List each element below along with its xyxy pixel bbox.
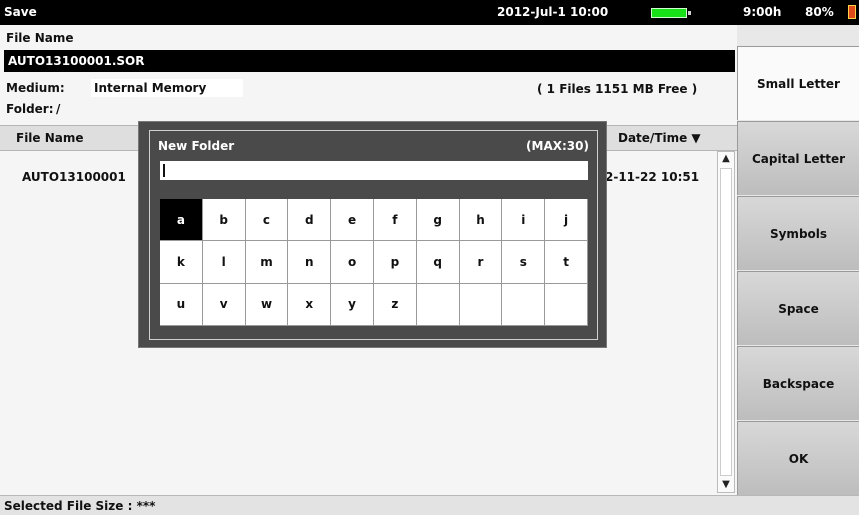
key-r[interactable]: r [459,241,503,284]
key-n[interactable]: n [288,241,332,284]
text-cursor [163,164,165,177]
softkey-panel: Small Letter Capital Letter Symbols Spac… [737,25,859,495]
battery-level-icon [848,5,856,19]
capital-letter-button[interactable]: Capital Letter [737,121,859,195]
folder-path: / [56,102,61,116]
new-folder-dialog: New Folder (MAX:30) abcdefghij klmnopqrst… [138,121,607,348]
key-h[interactable]: h [459,199,503,242]
key-p[interactable]: p [373,241,417,284]
storage-info: ( 1 Files 1151 MB Free ) [537,82,698,96]
file-row-date[interactable]: 2-11-22 10:51 [605,170,699,184]
key-b[interactable]: b [202,199,246,242]
battery-time: 9:00h [743,5,782,19]
key-j[interactable]: j [545,199,588,242]
key-l[interactable]: l [202,241,246,284]
column-header-datetime[interactable]: Date/Time ▼ [618,131,701,145]
key-z[interactable]: z [373,283,417,326]
backspace-button[interactable]: Backspace [737,346,859,420]
scroll-down-icon[interactable]: ▼ [719,478,733,492]
medium-select[interactable]: Internal Memory [91,79,243,97]
key-d[interactable]: d [288,199,332,242]
dialog-frame: New Folder (MAX:30) abcdefghij klmnopqrst… [149,130,598,340]
dialog-title: New Folder [158,139,235,153]
key-a[interactable]: a [160,199,203,242]
status-bar: Selected File Size : *** [0,495,859,515]
title-bar: Save 2012-Jul-1 10:00 9:00h 80% [0,0,859,25]
small-letter-button[interactable]: Small Letter [737,46,859,120]
folder-name-input[interactable] [160,161,588,180]
key-m[interactable]: m [245,241,289,284]
window-title: Save [4,5,37,19]
ok-button[interactable]: OK [737,421,859,495]
key-empty [416,283,460,326]
selected-file-size: Selected File Size : *** [4,499,156,513]
key-q[interactable]: q [416,241,460,284]
scroll-up-icon[interactable]: ▲ [719,152,733,166]
filename-field[interactable]: AUTO13100001.SOR [4,50,735,72]
file-list-scrollbar[interactable]: ▲ ▼ [717,151,735,493]
space-button[interactable]: Space [737,271,859,345]
battery-percent: 80% [805,5,834,19]
key-empty [502,283,546,326]
key-c[interactable]: c [245,199,289,242]
key-i[interactable]: i [502,199,546,242]
key-e[interactable]: e [331,199,374,242]
scroll-thumb[interactable] [720,168,732,476]
column-header-filename[interactable]: File Name [16,131,84,145]
key-t[interactable]: t [545,241,588,284]
character-keyboard: abcdefghij klmnopqrst uvwxyz [160,199,588,326]
key-empty [545,283,588,326]
key-k[interactable]: k [160,241,203,284]
symbols-button[interactable]: Symbols [737,196,859,270]
battery-icon [651,8,691,18]
clock-datetime: 2012-Jul-1 10:00 [497,5,609,19]
file-row-name[interactable]: AUTO13100001 [22,170,126,184]
key-y[interactable]: y [331,283,374,326]
key-g[interactable]: g [416,199,460,242]
key-f[interactable]: f [373,199,417,242]
filename-label: File Name [6,31,74,45]
key-v[interactable]: v [202,283,246,326]
medium-label: Medium: [6,81,65,95]
key-o[interactable]: o [331,241,374,284]
key-empty [459,283,503,326]
folder-label: Folder: [6,102,54,116]
key-u[interactable]: u [160,283,203,326]
key-w[interactable]: w [245,283,289,326]
dialog-max-length: (MAX:30) [526,139,589,153]
key-x[interactable]: x [288,283,332,326]
key-s[interactable]: s [502,241,546,284]
